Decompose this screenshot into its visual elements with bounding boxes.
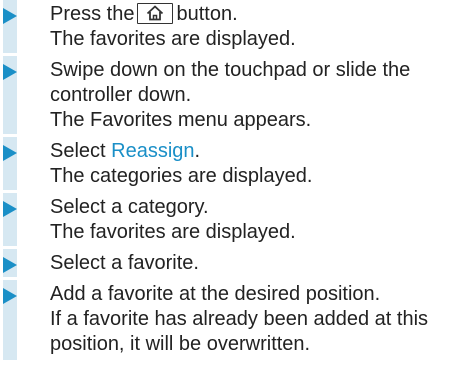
- step-3: Select Reassign. The categories are disp…: [3, 137, 443, 190]
- step-6-action: Add a favorite at the desired position.: [50, 283, 381, 305]
- step-2-action-line-1: Swipe down on the touchpad or slide the: [50, 59, 411, 81]
- step-1-action-before: Press the: [50, 3, 135, 25]
- step-6-result-line-1: If a favorite has already been added at …: [50, 308, 429, 330]
- step-2-text: Swipe down on the touchpad or slide the …: [50, 58, 410, 133]
- step-6-result-line-2: position, it will be overwritten.: [50, 333, 311, 355]
- step-arrow-icon: [3, 288, 17, 304]
- step-3-action: Select Reassign.: [50, 139, 312, 164]
- step-1: Press the button. The favorites are displ…: [3, 0, 443, 53]
- step-arrow-icon: [3, 8, 17, 24]
- step-4: Select a category. The favorites are dis…: [3, 193, 443, 246]
- step-5-action: Select a favorite.: [50, 252, 199, 274]
- step-1-action-after: button.: [176, 3, 238, 25]
- step-3-text: Select Reassign. The categories are disp…: [50, 139, 312, 189]
- home-icon: [147, 5, 164, 21]
- step-1-result: The favorites are displayed.: [50, 28, 296, 50]
- reassign-link[interactable]: Reassign: [111, 140, 194, 162]
- home-key: [137, 3, 174, 25]
- step-arrow-icon: [3, 145, 17, 161]
- step-6: Add a favorite at the desired position. …: [3, 280, 443, 360]
- step-5-text: Select a favorite.: [50, 251, 199, 276]
- step-3-action-after: .: [194, 140, 201, 162]
- step-arrow-icon: [3, 201, 17, 217]
- step-4-action: Select a category.: [50, 196, 209, 218]
- step-3-action-before: Select: [50, 140, 106, 162]
- step-1-action: Press the button.: [50, 2, 296, 27]
- step-4-text: Select a category. The favorites are dis…: [50, 195, 296, 245]
- step-2-action-line-2: controller down.: [50, 84, 192, 106]
- step-4-result: The favorites are displayed.: [50, 221, 296, 243]
- step-2: Swipe down on the touchpad or slide the …: [3, 56, 443, 134]
- step-2-result: The Favorites menu appears.: [50, 109, 312, 131]
- step-1-text: Press the button. The favorites are displ…: [50, 2, 296, 52]
- step-6-text: Add a favorite at the desired position. …: [50, 282, 428, 357]
- step-arrow-icon: [3, 257, 17, 273]
- step-arrow-icon: [3, 64, 17, 80]
- step-5: Select a favorite.: [3, 249, 443, 277]
- instruction-steps: Press the button. The favorites are displ…: [3, 0, 443, 370]
- step-3-result: The categories are displayed.: [50, 165, 313, 187]
